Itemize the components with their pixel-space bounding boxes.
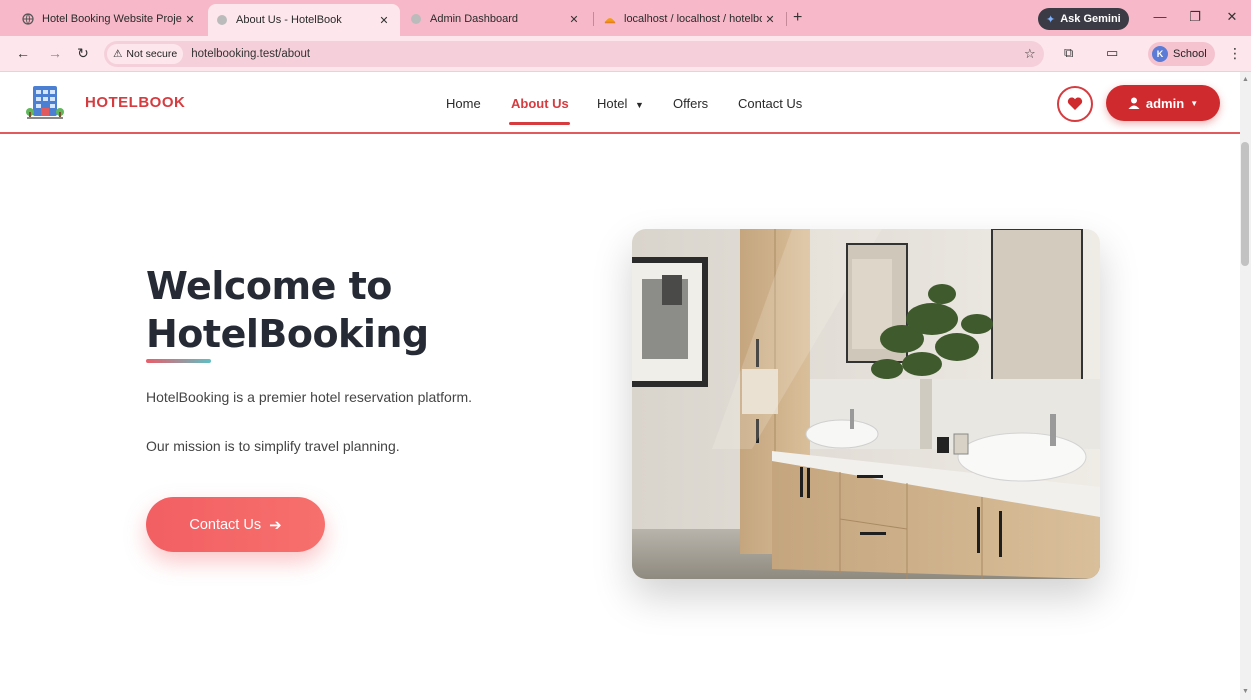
hero-heading-line-1: Welcome to	[146, 264, 392, 308]
contact-us-label: Contact Us	[189, 516, 262, 533]
url-text[interactable]: hotelbooking.test/about	[191, 48, 310, 60]
scroll-up-arrow-icon[interactable]: ▲	[1241, 76, 1250, 83]
section-divider-dots	[0, 690, 1240, 694]
caret-down-icon: ▼	[634, 100, 644, 110]
nav-about-link[interactable]: About Us	[511, 96, 569, 111]
user-name-label: admin	[1145, 95, 1185, 111]
nav-home-link[interactable]: Home	[446, 96, 481, 111]
nav-hotel-dropdown[interactable]: Hotel ▼	[597, 96, 644, 111]
heading-accent-bar	[146, 359, 211, 363]
extensions-icon[interactable]: ⧉	[1064, 45, 1073, 61]
arrow-right-icon: ➔	[269, 516, 282, 534]
nav-contact-link[interactable]: Contact Us	[738, 96, 802, 111]
close-tab-icon[interactable]: ✕	[182, 13, 198, 26]
globe-icon	[410, 13, 422, 25]
forward-arrow-icon[interactable]: →	[46, 45, 64, 61]
profile-button[interactable]: K School	[1148, 42, 1215, 66]
hero-paragraph-1: HotelBooking is a premier hotel reservat…	[146, 389, 473, 405]
bathroom-photo	[632, 229, 1100, 579]
tab-separator	[786, 12, 787, 26]
close-window-icon[interactable]: ✕	[1222, 9, 1242, 25]
hero-heading: Welcome to HotelBooking	[146, 262, 429, 358]
profile-name: School	[1173, 48, 1207, 60]
reload-icon[interactable]: ↻	[74, 45, 92, 62]
tab-about-us[interactable]: About Us - HotelBook ✕	[208, 4, 400, 36]
close-tab-icon[interactable]: ✕	[566, 13, 582, 26]
caret-down-icon: ▼	[1190, 98, 1199, 108]
favorites-button[interactable]	[1057, 86, 1093, 122]
hero-paragraph-2: Our mission is to simplify travel planni…	[146, 438, 400, 454]
ask-gemini-button[interactable]: ✦ Ask Gemini	[1038, 8, 1129, 30]
hotel-building-logo-icon[interactable]	[25, 82, 65, 122]
profile-avatar: K	[1152, 46, 1168, 62]
close-tab-icon[interactable]: ✕	[376, 14, 392, 27]
page-scrollbar-thumb[interactable]	[1241, 142, 1249, 266]
security-chip[interactable]: ⚠ Not secure	[107, 44, 184, 64]
address-bar[interactable]: ⚠ Not secure hotelbooking.test/about	[104, 41, 1044, 67]
close-tab-icon[interactable]: ✕	[762, 13, 778, 26]
menu-kebab-icon[interactable]: ⋮	[1228, 45, 1242, 62]
warning-icon: ⚠	[113, 48, 123, 60]
minimize-icon[interactable]: —	[1150, 9, 1170, 24]
tab-title: localhost / localhost / hotelboo	[624, 13, 762, 25]
contact-us-button[interactable]: Contact Us ➔	[146, 497, 325, 552]
nav-offers-link[interactable]: Offers	[673, 96, 708, 111]
ask-gemini-label: Ask Gemini	[1060, 13, 1121, 25]
browser-tab-strip: Hotel Booking Website Project ✕ About Us…	[0, 0, 1251, 36]
active-nav-underline	[509, 122, 570, 125]
tab-title: About Us - HotelBook	[236, 14, 342, 26]
scroll-down-arrow-icon[interactable]: ▼	[1241, 688, 1250, 695]
not-secure-label: Not secure	[126, 48, 178, 60]
bookmark-star-icon[interactable]: ☆	[1024, 46, 1036, 62]
site-navbar: HOTELBOOK Home About Us Hotel ▼ Offers C…	[0, 72, 1240, 134]
browser-toolbar: ← → ↻ ⚠ Not secure hotelbooking.test/abo…	[0, 36, 1251, 72]
tab-title: Admin Dashboard	[430, 13, 519, 25]
back-arrow-icon[interactable]: ←	[14, 45, 32, 61]
tab-separator	[593, 12, 594, 26]
reading-mode-icon[interactable]: ▭	[1106, 45, 1118, 61]
brand-name[interactable]: HOTELBOOK	[85, 94, 185, 111]
phpmyadmin-icon	[604, 13, 616, 25]
gemini-sparkle-icon: ✦	[1046, 13, 1056, 26]
globe-icon	[22, 13, 34, 25]
tab-phpmyadmin[interactable]: localhost / localhost / hotelboo ✕	[596, 6, 786, 32]
tab-title: Hotel Booking Website Project	[42, 13, 182, 25]
user-icon	[1128, 97, 1140, 109]
nav-hotel-label: Hotel	[597, 96, 628, 111]
tab-admin-dashboard[interactable]: Admin Dashboard ✕	[402, 6, 590, 32]
tab-hotel-booking-project[interactable]: Hotel Booking Website Project ✕	[14, 6, 206, 32]
new-tab-button[interactable]: +	[793, 9, 802, 27]
globe-icon	[216, 14, 228, 26]
heart-icon	[1067, 97, 1083, 110]
hero-heading-line-2: HotelBooking	[146, 312, 429, 356]
user-menu-button[interactable]: admin ▼	[1106, 85, 1220, 121]
restore-icon[interactable]: ❐	[1185, 9, 1205, 25]
